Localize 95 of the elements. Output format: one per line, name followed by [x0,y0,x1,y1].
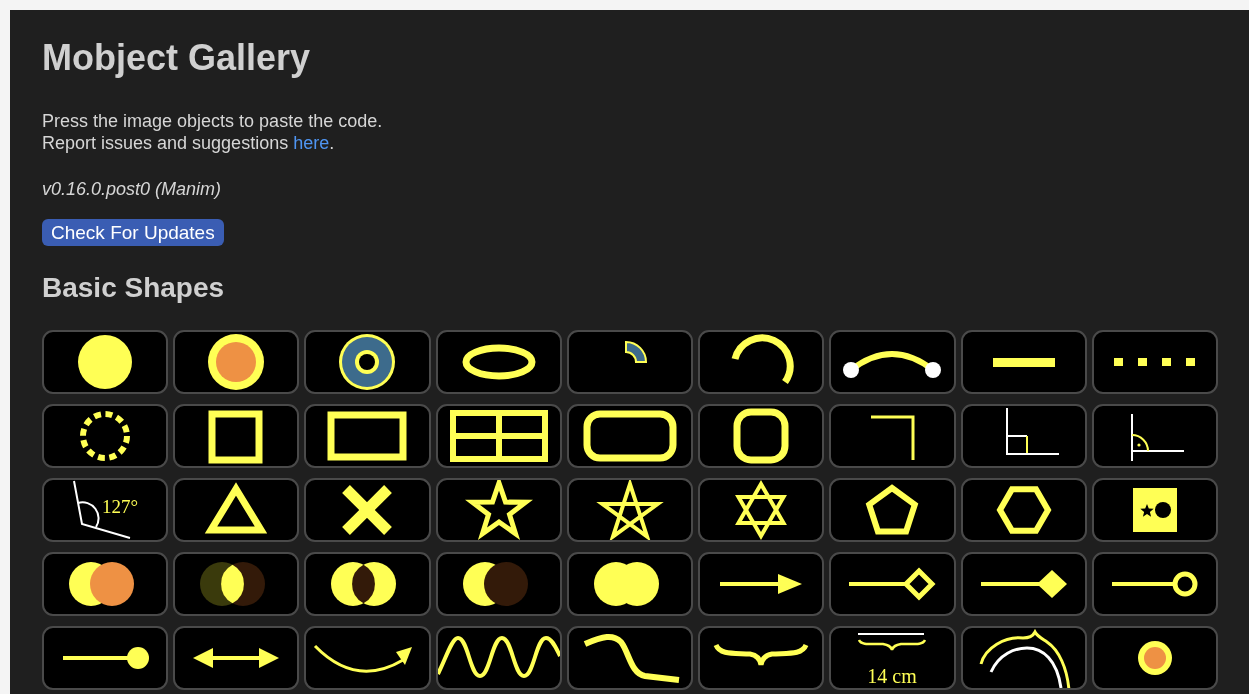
sine-wave-icon [437,636,560,678]
check-updates-button[interactable]: Check For Updates [42,219,224,246]
hexagon-icon [996,486,1051,534]
shape-tile[interactable] [960,478,1087,542]
shape-tile[interactable] [435,626,562,690]
difference-icon [462,562,528,606]
sector-icon [624,341,647,363]
triangle-icon [205,482,268,534]
rounded-rectangle-icon [583,410,677,462]
shape-tile[interactable] [304,330,431,394]
shape-tile[interactable] [566,626,694,690]
corner-line-icon [871,415,915,460]
grid-icon [449,410,548,462]
arrow-icon [720,574,803,594]
shape-tile[interactable] [566,478,694,542]
shape-tile[interactable] [960,552,1087,616]
angle-icon [1129,413,1185,462]
shape-tile[interactable] [304,626,431,690]
dashed-line-icon [1113,358,1195,366]
shape-tile[interactable] [698,626,825,690]
shape-tile[interactable] [960,330,1087,394]
shape-tile[interactable] [829,404,956,468]
annulus-icon [339,334,396,390]
shape-tile[interactable] [173,478,300,542]
star-icon [464,480,533,540]
overlapping-circles-icon [69,562,134,606]
shape-tile[interactable] [173,330,300,394]
shape-tile[interactable] [173,552,300,616]
page-title: Mobject Gallery [42,36,312,80]
pentagram-icon [596,480,664,540]
shape-tile[interactable]: 127° [42,478,169,542]
shape-tile[interactable] [1091,330,1218,394]
arc-with-points-icon [843,351,942,378]
exclusion-icon [331,562,397,606]
arc-brace-icon [979,630,1071,688]
shape-tile[interactable] [173,626,300,690]
shape-tile[interactable] [960,626,1087,690]
hexagram-icon [735,480,788,540]
line-with-diamond-icon [849,567,936,601]
shape-tile[interactable] [42,552,169,616]
report-link[interactable]: here [293,133,330,153]
ringed-circle-icon [1137,641,1172,675]
ringed-circle-icon [208,334,265,390]
shape-tile[interactable] [1091,404,1218,468]
shape-tile[interactable] [698,404,825,468]
shape-tile[interactable] [1091,626,1218,690]
shape-tile[interactable] [435,404,562,468]
shape-tile[interactable] [1091,552,1218,616]
rectangle-icon [327,411,407,461]
shape-tile[interactable] [304,404,431,468]
report-text: Report issues and suggestions here. [42,132,335,154]
line-with-dot-icon [63,647,149,669]
shape-tile[interactable] [829,478,956,542]
version-text: v0.16.0.post0 (Manim) [42,178,222,200]
merged-circles-icon [593,562,659,606]
shape-tile[interactable] [566,330,694,394]
shape-tile[interactable] [698,478,825,542]
intersection-icon [200,562,266,606]
shape-tile[interactable] [304,478,431,542]
shape-tile[interactable] [960,404,1087,468]
shape-tile[interactable] [698,552,825,616]
dashed-circle-icon [80,411,130,461]
double-arrow-icon [193,648,280,668]
shape-tile[interactable] [173,404,300,468]
section-title: Basic Shapes [42,272,225,304]
right-angle-icon [1005,407,1060,455]
shape-tile[interactable] [566,404,694,468]
arc-icon [731,334,794,384]
rounded-square-icon [733,408,789,464]
shape-tile[interactable] [42,404,169,468]
s-curve-icon [583,634,680,683]
curved-arrow-icon [314,644,413,673]
ellipse-icon [462,344,536,380]
brace-icon [713,643,809,668]
shape-tile[interactable] [435,552,562,616]
shape-tile[interactable] [1091,478,1218,542]
line-with-ring-icon [1111,571,1198,597]
instruction-text: Press the image objects to paste the code. [42,110,383,132]
shape-tile[interactable] [698,330,825,394]
square-icon [208,410,263,464]
shape-tile[interactable] [566,552,694,616]
star-and-dot-square-icon [1132,488,1177,532]
shape-tile[interactable] [829,330,956,394]
pentagon-icon [866,484,919,535]
shape-tile[interactable] [304,552,431,616]
shape-tile[interactable] [42,330,169,394]
shape-tile[interactable] [435,478,562,542]
shape-tile[interactable] [42,626,169,690]
circle-icon [78,335,132,389]
shape-tile[interactable]: 14 cm [829,626,956,690]
brace-icon [857,633,927,652]
shape-tile[interactable] [829,552,956,616]
line-with-diamond-icon [980,570,1067,598]
shape-tile[interactable] [435,330,562,394]
cross-icon [340,483,394,537]
